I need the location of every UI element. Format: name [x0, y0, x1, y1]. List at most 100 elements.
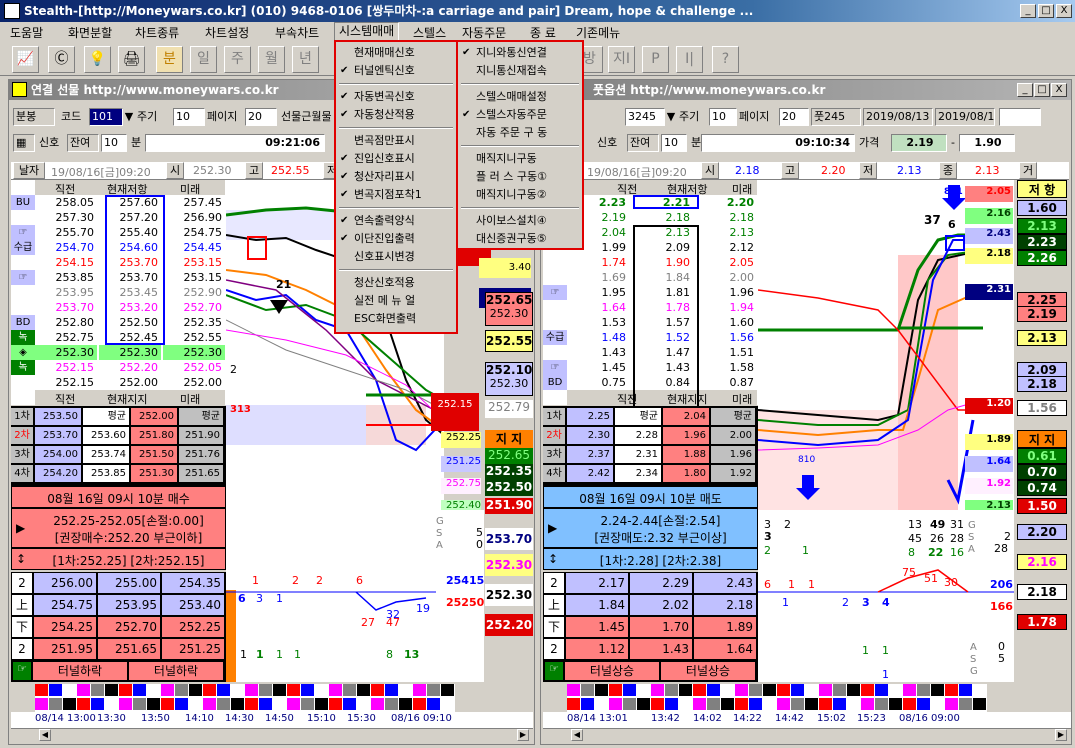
menu-help[interactable]: 도움말 — [10, 24, 43, 41]
remain-input-right[interactable]: 10 — [661, 134, 687, 152]
dropdown-icon-right[interactable]: ▼ — [665, 108, 677, 126]
scroll-right-icon-right[interactable]: ▶ — [1055, 729, 1067, 741]
auto-item-2[interactable]: 스텔스매매설정 — [458, 88, 582, 105]
jugi-input[interactable]: 10 — [173, 108, 205, 126]
child-maximize-button[interactable]: □ — [1034, 83, 1050, 97]
remain-input[interactable]: 10 — [101, 134, 127, 152]
menu-exit[interactable]: 종 료 — [530, 24, 556, 41]
toolbar-button-9[interactable]: I| — [676, 46, 703, 73]
date-from[interactable]: 2019/08/13 — [863, 108, 933, 126]
system-item-7[interactable]: ✔ 변곡지점포착1 — [336, 186, 456, 203]
system-item-0[interactable]: 현재매매신호 — [336, 44, 456, 61]
auto-item-3[interactable]: ✔ 스텔스자동주문 — [458, 106, 582, 123]
page-input[interactable]: 20 — [245, 108, 277, 126]
printer-icon[interactable]: 🖨 — [118, 46, 145, 73]
system-item-5[interactable]: ✔ 진입신호표시 — [336, 150, 456, 167]
maximize-button[interactable]: □ — [1038, 4, 1054, 18]
child-minimize-button[interactable]: _ — [1017, 83, 1033, 97]
auto-item-8[interactable]: 사이보스설치④ — [458, 212, 582, 229]
signal-cell — [763, 698, 776, 710]
extra-input-right[interactable] — [999, 108, 1041, 126]
auto-item-5[interactable]: 매직지니구동 — [458, 150, 582, 167]
e-icon[interactable]: Ⓒ — [48, 46, 75, 73]
system-item-2[interactable]: ✔ 자동변곡신호 — [336, 88, 456, 105]
quote-header: 직전 현재저항 미래 — [35, 180, 225, 196]
minimize-button[interactable]: _ — [1020, 4, 1036, 18]
code-input-right[interactable]: 3245 — [625, 108, 665, 126]
tier-cell: 평균 — [83, 408, 129, 425]
period-week-button[interactable]: 주 — [224, 46, 251, 73]
menu-chart-type[interactable]: 차트종류 — [135, 24, 179, 41]
quote-cell: 257.30 — [35, 210, 97, 225]
signal-cell — [693, 698, 706, 710]
signal-cell — [385, 684, 398, 696]
auto-item-6[interactable]: 플 러 스 구동① — [458, 168, 582, 185]
menu-chart-settings[interactable]: 차트설정 — [205, 24, 249, 41]
menu-legacy[interactable]: 기존메뉴 — [576, 24, 620, 41]
period-month-button[interactable]: 월 — [258, 46, 285, 73]
auto-item-0[interactable]: ✔ 지니와통신연결 — [458, 44, 582, 61]
menu-system-trading[interactable]: 시스템매매 — [334, 22, 400, 42]
code-input[interactable]: 101 — [89, 108, 123, 126]
toolbar-button-7[interactable]: 지I — [608, 46, 635, 73]
left-scrollbar[interactable]: ◀ ▶ — [11, 728, 533, 742]
scroll-left-icon[interactable]: ◀ — [39, 729, 51, 741]
page-input-right[interactable]: 20 — [779, 108, 809, 126]
date-to[interactable]: 2019/08/14 — [935, 108, 995, 126]
check-icon: ✔ — [340, 233, 349, 244]
period-year-button[interactable]: 년 — [292, 46, 319, 73]
play-icon[interactable]: ▶ — [16, 521, 25, 535]
grid-cell: 1.70 — [630, 617, 692, 637]
system-item-3[interactable]: ✔ 자동청산적용 — [336, 106, 456, 123]
menu-auto-order[interactable]: 자동주문 — [462, 24, 506, 41]
auto-item-9[interactable]: 대신증권구동⑤ — [458, 230, 582, 247]
menu-split[interactable]: 화면분할 — [68, 24, 112, 41]
period-select[interactable]: 분봉 — [13, 108, 55, 126]
signal-cell — [441, 698, 454, 710]
period-day-button[interactable]: 일 — [190, 46, 217, 73]
svg-text:2: 2 — [764, 544, 771, 557]
chart-icon[interactable]: 📈 — [12, 46, 39, 73]
period-minute-button[interactable]: 분 — [156, 46, 183, 73]
signal-toggle-icon[interactable]: ▦ — [13, 134, 35, 152]
auto-item-7[interactable]: 매직지니구동② — [458, 186, 582, 203]
dropdown-icon[interactable]: ▼ — [123, 108, 135, 126]
toolbar-button-10[interactable]: ? — [712, 46, 739, 73]
chart-price-box: 2.31 — [965, 284, 1013, 300]
system-item-8[interactable]: ✔ 연속출력양식 — [336, 212, 456, 229]
resistance-box-right — [633, 195, 699, 209]
grid-key: 下 — [12, 617, 32, 637]
system-item-1[interactable]: ✔ 터널엔틱신호 — [336, 62, 456, 79]
system-item-11[interactable]: 청산신호적용 — [336, 274, 456, 291]
system-item-4[interactable]: 변곡점만표시 — [336, 132, 456, 149]
toolbar-button-8[interactable]: P — [642, 46, 669, 73]
system-item-13[interactable]: ESC화면출력 — [336, 310, 456, 327]
signal-cell — [91, 698, 104, 710]
child-close-button[interactable]: X — [1051, 83, 1067, 97]
jugi-input-right[interactable]: 10 — [709, 108, 737, 126]
signal-cell — [147, 684, 160, 696]
auto-item-1[interactable]: 지니통신재접속 — [458, 62, 582, 79]
system-item-6[interactable]: ✔ 청산자리표시 — [336, 168, 456, 185]
menu-sub-chart[interactable]: 부속차트 — [275, 24, 319, 41]
system-item-10[interactable]: 신호표시변경 — [336, 248, 456, 265]
system-item-12[interactable]: 실전 메 뉴 얼 — [336, 292, 456, 309]
scroll-left-icon-right[interactable]: ◀ — [571, 729, 583, 741]
menu-stealth[interactable]: 스텔스 — [413, 24, 446, 41]
close-button[interactable]: X — [1056, 4, 1072, 18]
signal-cell — [301, 684, 314, 696]
auto-item-4[interactable]: 자동 주문 구 동 — [458, 124, 582, 141]
jugi-label: 주기 — [137, 110, 158, 123]
svg-text:2: 2 — [292, 574, 299, 587]
menu-separator — [339, 83, 453, 85]
system-item-9[interactable]: ✔ 이단진입출력 — [336, 230, 456, 247]
bulb-icon[interactable]: 💡 — [84, 46, 111, 73]
scroll-right-icon[interactable]: ▶ — [517, 729, 529, 741]
clock-display-right: 09:10:34 — [701, 134, 855, 152]
right-scrollbar[interactable]: ◀ ▶ — [543, 728, 1071, 742]
signal-cell — [189, 684, 202, 696]
play-icon-right[interactable]: ▶ — [548, 521, 557, 535]
signal-cell — [931, 684, 944, 696]
quote-cell: 2.20 — [695, 195, 757, 210]
menu-bar: 도움말 화면분할 차트종류 차트설정 부속차트 시스템매매 스텔스 자동주문 종… — [0, 22, 1075, 42]
